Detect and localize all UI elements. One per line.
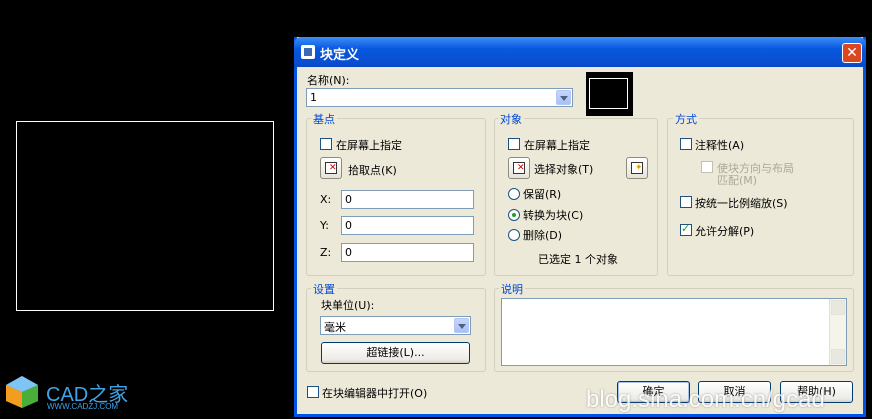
settings-group-label: 设置	[311, 281, 337, 297]
objects-group-label: 对象	[498, 111, 524, 127]
name-value: 1	[310, 91, 317, 104]
chevron-down-icon[interactable]	[454, 318, 469, 333]
base-point-group-label: 基点	[311, 111, 337, 127]
filter-icon: ✦	[635, 163, 643, 173]
drawing-rectangle	[16, 121, 274, 311]
retain-label: 保留(R)	[523, 188, 562, 201]
allow-exploding-checkbox[interactable]	[680, 222, 692, 236]
watermark: blog.sina.com.cn/gcad	[586, 386, 825, 413]
base-specify-on-screen-label: 在屏幕上指定	[336, 139, 402, 152]
name-combo[interactable]: 1	[306, 88, 573, 107]
annotative-label: 注释性(A)	[695, 139, 745, 152]
quick-select-button[interactable]: ✦	[626, 157, 648, 179]
select-objects-button[interactable]: ✕	[508, 157, 530, 179]
y-input[interactable]: 0	[341, 216, 474, 235]
z-input[interactable]: 0	[341, 243, 474, 262]
x-input[interactable]: 0	[341, 190, 474, 209]
block-unit-value: 毫米	[324, 321, 346, 334]
close-button[interactable]: ✕	[842, 43, 862, 63]
delete-label: 删除(D)	[523, 229, 563, 242]
convert-to-block-radio[interactable]	[508, 209, 520, 221]
pick-point-label: 拾取点(K)	[348, 164, 397, 177]
app-icon	[301, 45, 315, 59]
x-value: 0	[345, 193, 352, 206]
selected-count: 已选定 1 个对象	[538, 253, 618, 266]
annotative-checkbox[interactable]	[680, 138, 692, 150]
scale-uniformly-checkbox[interactable]	[680, 196, 692, 208]
block-preview	[586, 72, 633, 116]
open-in-editor-label: 在块编辑器中打开(O)	[322, 387, 428, 400]
select-objects-label: 选择对象(T)	[534, 163, 594, 176]
match-orientation-label-2: 匹配(M)	[717, 174, 758, 187]
pick-point-button[interactable]: ✕	[320, 157, 342, 179]
behavior-group-label: 方式	[673, 111, 699, 127]
name-label: 名称(N):	[307, 74, 350, 87]
scroll-down-icon[interactable]	[831, 349, 845, 364]
x-label: X:	[320, 193, 332, 206]
block-unit-label: 块单位(U):	[321, 299, 375, 312]
scroll-up-icon[interactable]	[831, 300, 845, 315]
cursor-icon: ✕	[517, 163, 525, 173]
allow-exploding-label: 允许分解(P)	[695, 225, 755, 238]
delete-radio[interactable]	[508, 229, 520, 241]
cursor-icon: ✕	[329, 163, 337, 173]
match-orientation-checkbox[interactable]	[701, 161, 713, 173]
chevron-down-icon[interactable]	[556, 90, 571, 105]
description-scrollbar[interactable]	[829, 299, 846, 365]
dialog-title: 块定义	[320, 48, 360, 63]
objects-specify-on-screen-checkbox[interactable]	[508, 138, 520, 150]
base-specify-on-screen-checkbox[interactable]	[320, 138, 332, 150]
y-label: Y:	[320, 219, 329, 232]
hyperlink-button[interactable]: 超链接(L)...	[321, 342, 470, 364]
y-value: 0	[345, 219, 352, 232]
brand-url: WWW.CADZJ.COM	[47, 402, 119, 411]
cad-home-logo-icon	[6, 376, 38, 408]
scale-uniformly-label: 按统一比例缩放(S)	[695, 197, 788, 210]
objects-specify-on-screen-label: 在屏幕上指定	[524, 139, 590, 152]
z-value: 0	[345, 246, 352, 259]
description-group-label: 说明	[499, 281, 525, 297]
convert-to-block-label: 转换为块(C)	[523, 209, 584, 222]
title-bar[interactable]	[294, 37, 866, 67]
z-label: Z:	[320, 246, 332, 259]
block-unit-combo[interactable]: 毫米	[320, 316, 471, 335]
open-in-editor-checkbox[interactable]	[307, 386, 319, 398]
description-textarea[interactable]	[501, 298, 847, 366]
retain-radio[interactable]	[508, 188, 520, 200]
